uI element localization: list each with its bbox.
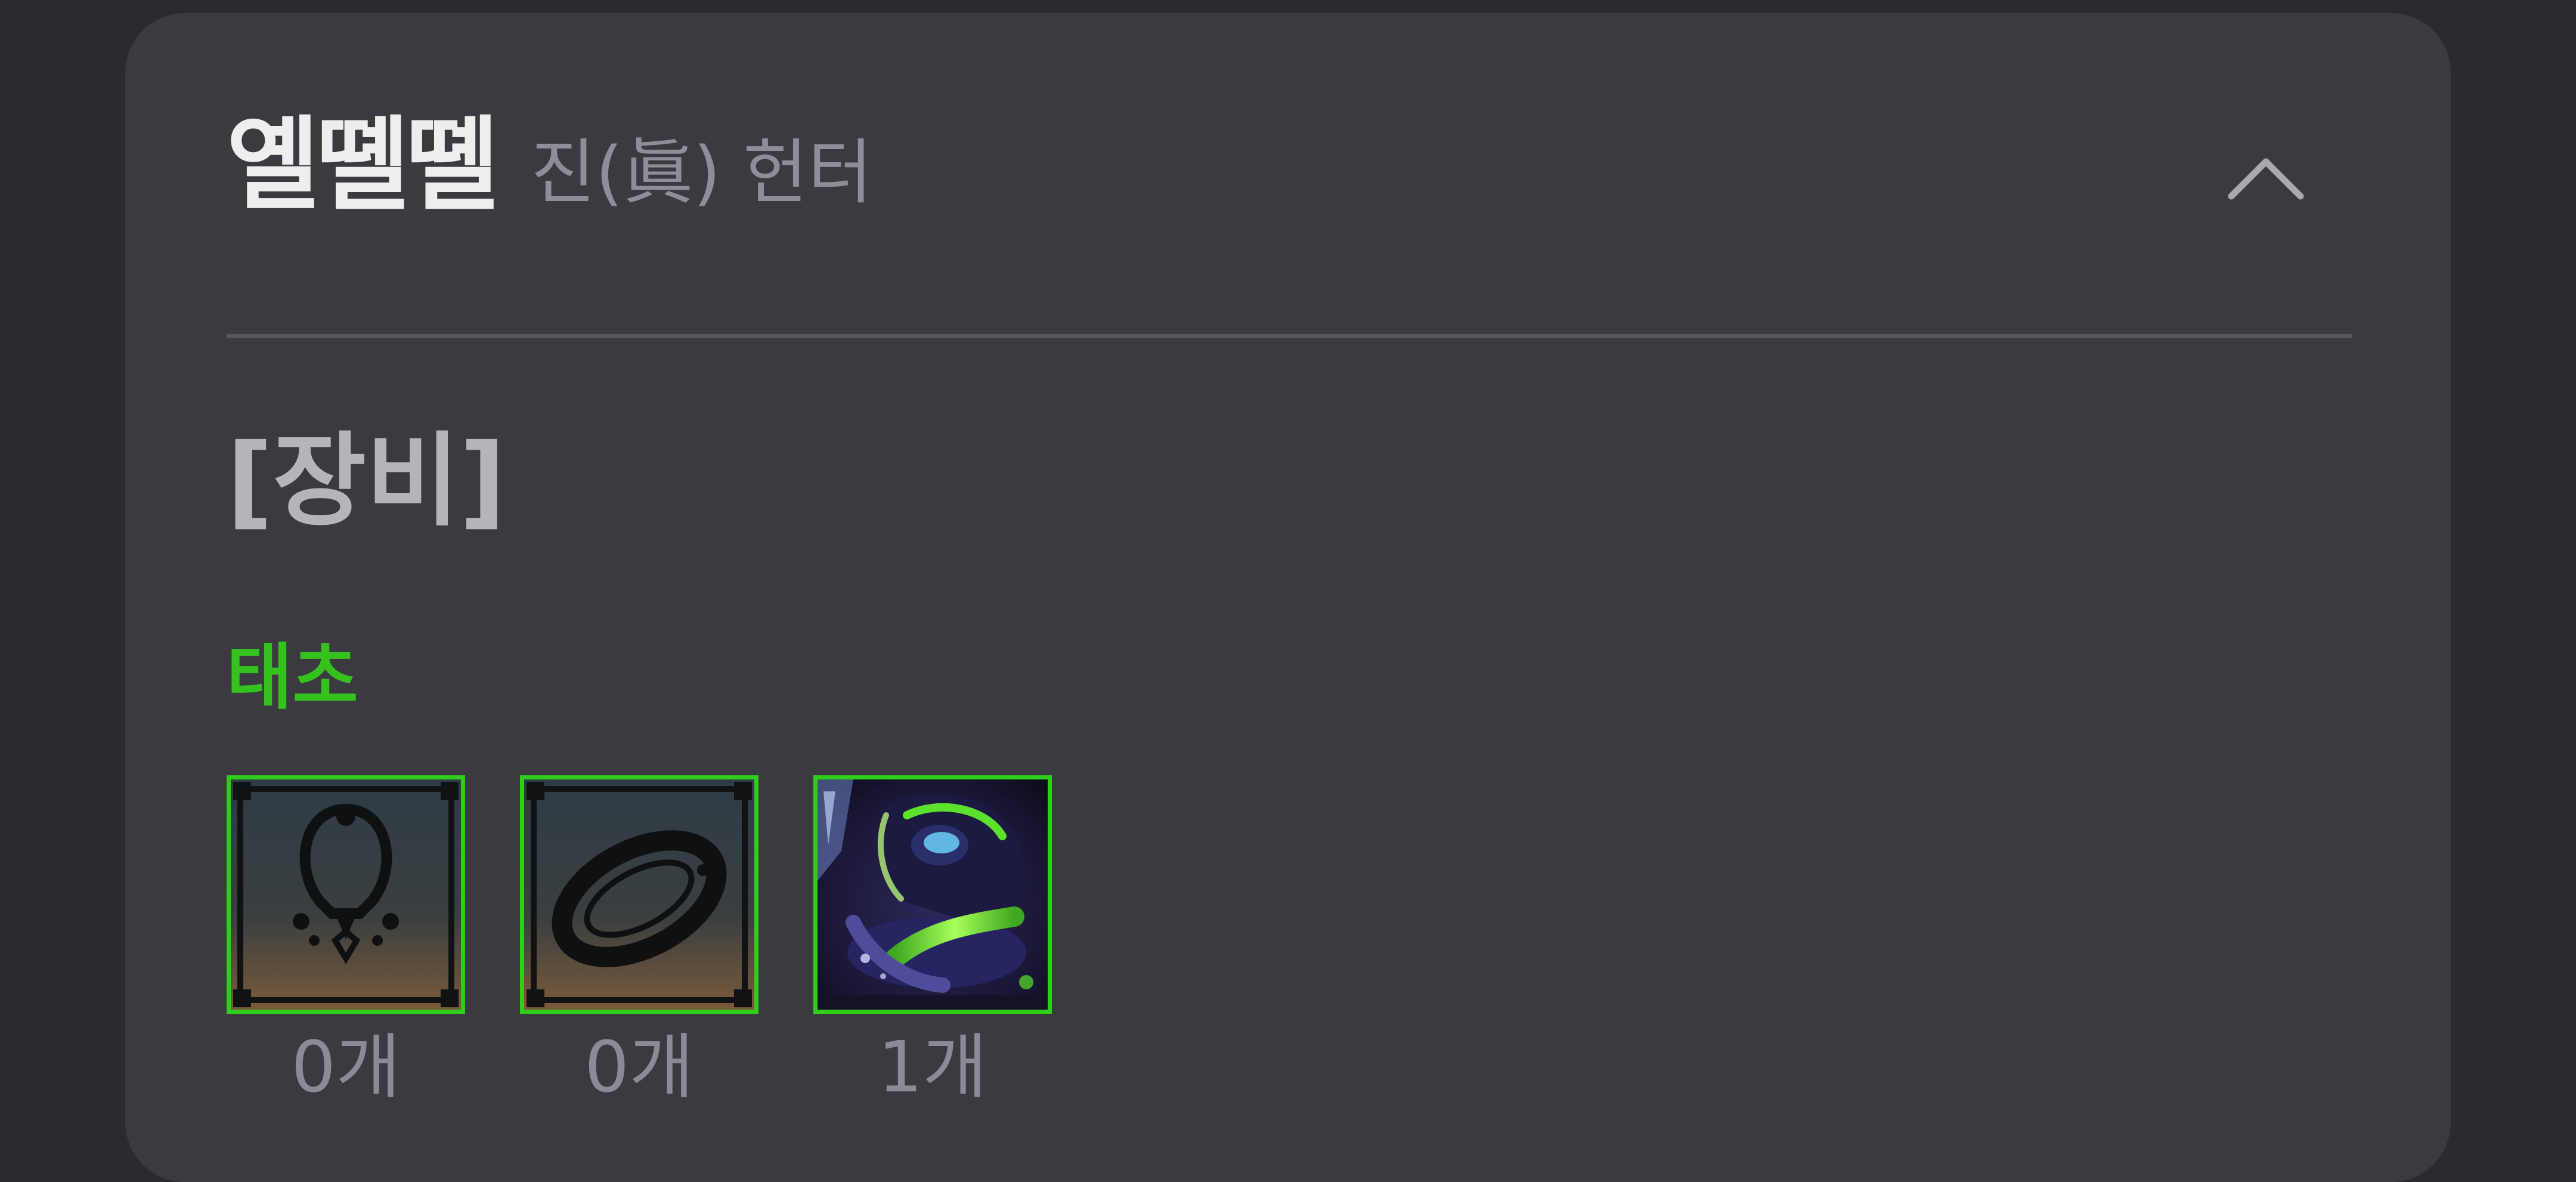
bracelet-icon <box>520 775 758 1014</box>
item-count: 0개 <box>584 1026 694 1108</box>
item-count: 1개 <box>878 1026 987 1108</box>
necklace-icon <box>227 775 465 1014</box>
character-class: 진(眞) 헌터 <box>531 131 873 213</box>
section-title: [장비] <box>227 422 506 540</box>
card-header[interactable]: 옐뗼뗼 진(眞) 헌터 <box>125 13 2451 338</box>
item-count: 0개 <box>291 1026 401 1108</box>
chevron-up-icon <box>2228 158 2304 200</box>
character-name: 옐뗼뗼 <box>227 106 499 224</box>
header-divider <box>227 334 2352 338</box>
collapse-button[interactable] <box>2224 135 2308 219</box>
character-card: 옐뗼뗼 진(眞) 헌터 [장비] 태초 0개 0개 1개 <box>125 13 2451 1182</box>
group-label: 태초 <box>227 636 358 719</box>
ring-icon <box>813 775 1052 1014</box>
